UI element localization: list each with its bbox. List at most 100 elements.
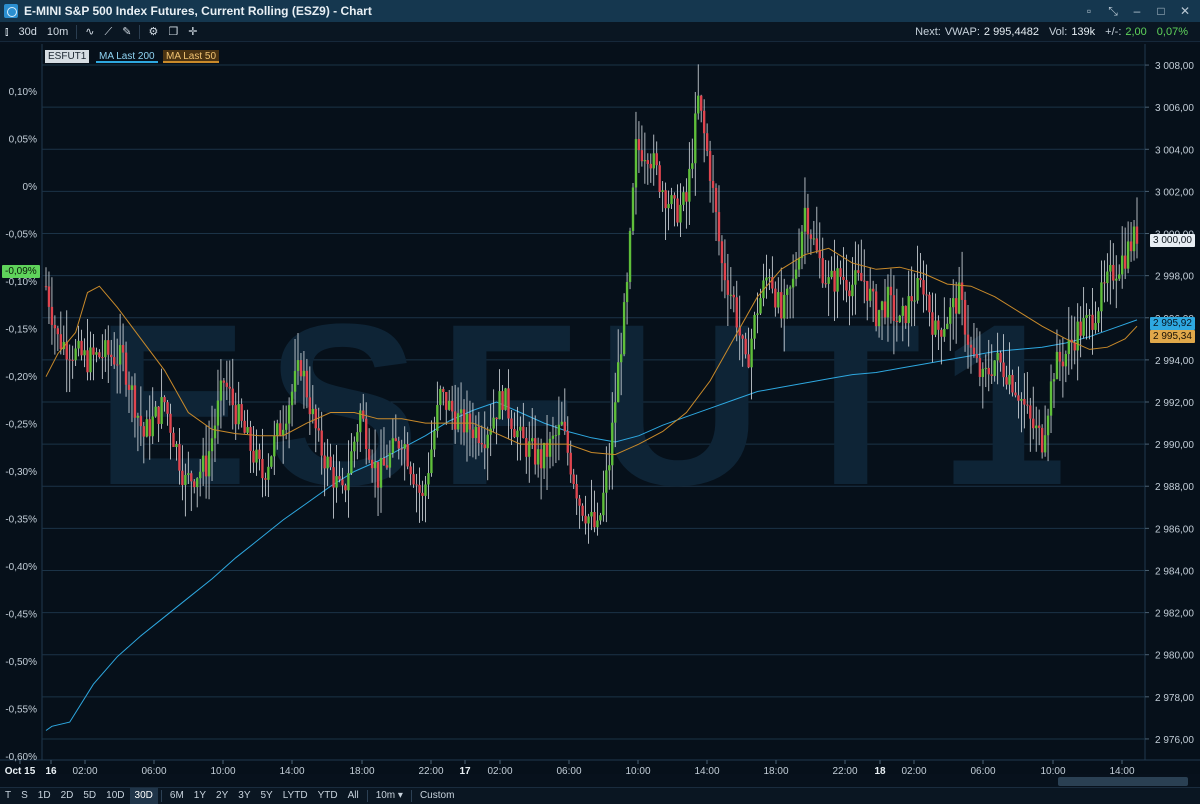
candle-up [830,270,833,278]
candle-up [750,338,753,368]
candle-down [279,423,282,436]
candle-down [127,384,131,390]
candle-up [498,391,501,420]
legend-ma50[interactable]: MA Last 50 [163,50,220,63]
candle-up [943,329,946,337]
candle-down [445,392,448,410]
candle-down [972,347,976,355]
candle-up [788,287,792,289]
range-all[interactable]: All [343,788,364,804]
range-2y[interactable]: 2Y [211,788,233,804]
candle-up [104,340,107,358]
candle-down [1037,425,1041,428]
candle-down [871,288,875,292]
candle-down [483,444,486,449]
candle-down [525,438,528,457]
candle-down [468,413,472,430]
candle-down [501,391,504,410]
candle-up [812,238,816,240]
chart-scrollbar[interactable] [1058,777,1188,786]
candle-down [47,286,51,307]
candle-down [940,329,943,337]
period-button[interactable]: 30d [14,22,42,42]
candle-down [59,334,63,350]
pin-icon[interactable]: ▫ [1080,2,1098,20]
percent-tick-label: 0,05% [9,135,37,146]
candle-up [634,139,638,188]
time-tick-label: 10:00 [210,766,235,774]
candle-down [228,386,231,389]
candle-up [210,438,214,452]
candle-down [178,444,181,471]
range-s[interactable]: S [16,788,33,804]
range-divider [366,790,368,802]
percent-tick-label: -0,60% [5,752,37,763]
candle-up [759,298,762,314]
chart-canvas[interactable]: ESFUT1 0,10% 0,05% 0% -0,05% -0,10% -0,15% -0,… [0,44,1200,774]
range-5d[interactable]: 5D [78,788,101,804]
range-3y[interactable]: 3Y [233,788,255,804]
candle-down [806,207,810,235]
custom-range-button[interactable]: Custom [415,788,459,804]
price-tick-label: 3 008,00 [1155,61,1194,72]
candle-down [892,295,896,321]
range-6m[interactable]: 6M [165,788,189,804]
percent-tick-label: -0,35% [5,515,37,526]
candle-down [685,192,688,202]
candle-up [661,190,664,192]
percent-tick-label: -0,05% [5,230,37,241]
candle-up [1076,321,1079,351]
candle-down [234,405,237,425]
gear-icon[interactable]: ⚙ [143,22,163,42]
range-30d[interactable]: 30D [129,788,158,804]
percent-marker-tag: -0,09% [2,265,40,278]
instrument-watermark: ESFUT1 [95,276,1085,533]
candle-down [124,352,128,385]
interval-button[interactable]: 10m [42,22,73,42]
copy-icon[interactable]: ❐ [163,22,183,42]
legend-ma200[interactable]: MA Last 200 [96,50,158,63]
minimize-icon[interactable]: – [1128,2,1146,20]
candle-down [471,429,475,439]
candle-up [1035,425,1038,429]
candle-up [605,470,608,493]
candle-down [839,268,842,277]
link-icon[interactable]: ⤡ [1104,2,1122,20]
interval-dropdown[interactable]: 10m ▾ [371,788,408,804]
candle-up [77,340,80,349]
close-icon[interactable]: ✕ [1176,2,1194,20]
time-tick-label: 06:00 [556,766,581,774]
line-chart-icon[interactable]: ⟋ [100,22,118,42]
range-5y[interactable]: 5Y [256,788,278,804]
add-icon[interactable]: ✛ [183,22,202,42]
range-10d[interactable]: 10D [101,788,129,804]
range-t[interactable]: T [0,788,16,804]
candle-up [290,391,294,406]
indicator-icon[interactable]: ∿ [80,22,99,42]
time-tick-label: 18:00 [763,766,788,774]
candle-up [1046,415,1050,436]
candle-down [563,421,567,432]
candle-up [201,455,205,472]
candle-up [913,300,916,302]
candle-down [98,352,101,358]
candle-up [993,360,996,376]
candle-up [536,449,540,465]
price-chart[interactable]: ESFUT1 0,10% 0,05% 0% -0,05% -0,10% -0,15% -0,… [0,44,1200,774]
candle-down [1073,342,1076,351]
candle-down [252,450,255,463]
draw-pen-icon[interactable]: ✎ [117,22,136,42]
range-1y[interactable]: 1Y [189,788,211,804]
candle-down [400,448,403,450]
range-ytd[interactable]: YTD [313,788,343,804]
time-tick-label: 14:00 [694,766,719,774]
maximize-icon[interactable]: □ [1152,2,1170,20]
candle-up [1126,241,1130,269]
range-1d[interactable]: 1D [33,788,56,804]
legend-instrument[interactable]: ESFUT1 [45,50,90,63]
range-lytd[interactable]: LYTD [278,788,313,804]
candle-type-icon[interactable]: ⫾ [0,22,14,42]
candle-down [533,438,537,465]
range-2d[interactable]: 2D [56,788,79,804]
candle-up [356,432,359,442]
